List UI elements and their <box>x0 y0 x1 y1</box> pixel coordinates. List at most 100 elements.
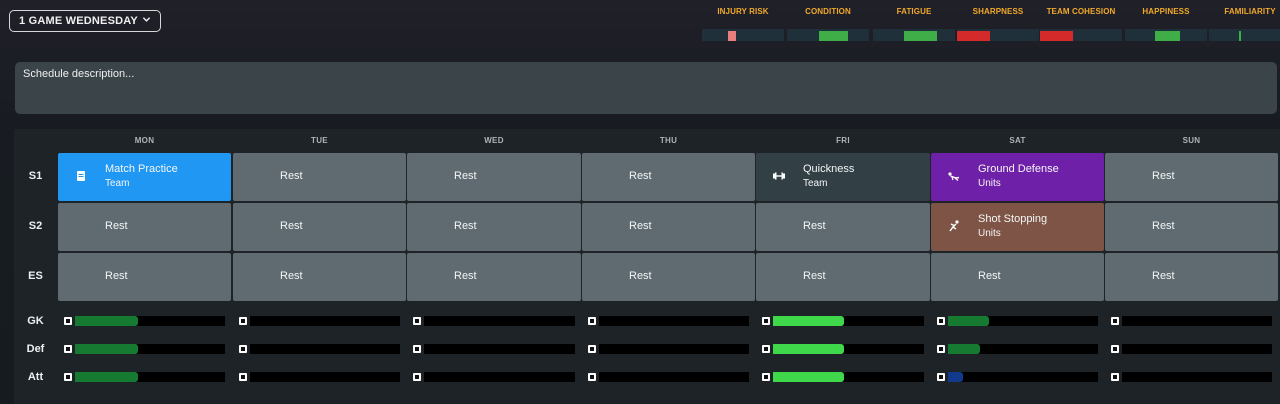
workload-bar-att-thu <box>588 372 749 382</box>
workload-track <box>250 372 400 382</box>
workload-fill <box>773 316 844 326</box>
session-cell-s2-mon[interactable]: Rest <box>58 203 231 251</box>
session-label-es: ES <box>28 270 43 282</box>
workload-fill <box>948 372 963 382</box>
session-cell-s2-sat[interactable]: Shot Stopping Units <box>931 203 1104 251</box>
workload-dot-icon <box>588 345 596 353</box>
workload-fill <box>75 316 138 326</box>
status-happiness: HAPPINESS <box>1125 7 1207 41</box>
workload-fill <box>773 372 844 382</box>
goalkeeper-dive-icon <box>947 219 961 233</box>
status-meter <box>787 29 869 41</box>
session-cell-es-tue[interactable]: Rest <box>233 253 406 301</box>
workload-track <box>250 344 400 354</box>
workload-bar-att-mon <box>64 372 225 382</box>
workload-bar-gk-tue <box>239 316 400 326</box>
session-cell-es-fri[interactable]: Rest <box>756 253 930 301</box>
chevron-down-icon <box>142 17 151 22</box>
day-header-sat: SAT <box>1009 136 1026 145</box>
workload-bar-gk-mon <box>64 316 225 326</box>
status-label: FATIGUE <box>896 7 932 16</box>
session-cell-s1-wed[interactable]: Rest <box>407 153 581 201</box>
slide-tackle-icon <box>947 169 961 183</box>
schedule-description-input[interactable]: Schedule description... <box>15 62 1277 114</box>
workload-fill <box>75 344 138 354</box>
workload-fill <box>948 316 989 326</box>
day-header-sun: SUN <box>1182 136 1201 145</box>
session-cell-es-sun[interactable]: Rest <box>1105 253 1278 301</box>
status-label: TEAM COHESION <box>1046 7 1116 16</box>
session-cell-s1-tue[interactable]: Rest <box>233 153 406 201</box>
workload-bar-att-fri <box>762 372 924 382</box>
status-familiarity: FAMILIARITY <box>1209 7 1280 41</box>
session-group: Team <box>803 178 828 189</box>
status-meter-fill <box>904 31 937 41</box>
day-header-thu: THU <box>659 136 678 145</box>
workload-dot-icon <box>413 317 421 325</box>
day-header-wed: WED <box>484 136 504 145</box>
status-meter <box>702 29 784 41</box>
workload-fill <box>948 344 980 354</box>
session-title: Quickness <box>803 163 855 175</box>
schedule-description-placeholder: Schedule description... <box>23 68 135 80</box>
workload-track <box>1122 344 1272 354</box>
session-cell-es-wed[interactable]: Rest <box>407 253 581 301</box>
session-cell-s1-sat[interactable]: Ground Defense Units <box>931 153 1104 201</box>
workload-dot-icon <box>762 373 770 381</box>
session-cell-s1-mon[interactable]: Match Practice Team <box>58 153 231 201</box>
session-group: Units <box>978 228 1001 239</box>
status-meter <box>1125 29 1207 41</box>
workload-dot-icon <box>937 345 945 353</box>
status-meter <box>1209 29 1280 41</box>
status-team-cohesion: TEAM COHESION <box>1040 7 1122 41</box>
session-group: Units <box>978 178 1001 189</box>
status-injury-risk: INJURY RISK <box>702 7 784 41</box>
workload-track <box>948 372 1098 382</box>
workload-track <box>1122 316 1272 326</box>
session-title: Rest <box>454 220 477 232</box>
session-cell-s1-fri[interactable]: Quickness Team <box>756 153 930 201</box>
workload-track <box>424 316 575 326</box>
session-title: Rest <box>1152 270 1175 282</box>
workload-dot-icon <box>588 317 596 325</box>
workload-track <box>599 372 749 382</box>
session-cell-s1-sun[interactable]: Rest <box>1105 153 1278 201</box>
status-fatigue: FATIGUE <box>873 7 955 41</box>
status-label: SHARPNESS <box>972 7 1024 16</box>
status-meter <box>957 29 1039 41</box>
workload-dot-icon <box>762 345 770 353</box>
schedule-selector-dropdown[interactable]: 1 GAME WEDNESDAY <box>9 10 161 32</box>
status-condition: CONDITION <box>787 7 869 41</box>
session-cell-es-mon[interactable]: Rest <box>58 253 231 301</box>
workload-dot-icon <box>588 373 596 381</box>
session-title: Rest <box>629 220 652 232</box>
workload-track <box>599 316 749 326</box>
workload-dot-icon <box>239 345 247 353</box>
status-meter-fill <box>1040 31 1073 41</box>
session-title: Rest <box>454 270 477 282</box>
session-cell-s2-sun[interactable]: Rest <box>1105 203 1278 251</box>
session-title: Rest <box>105 270 128 282</box>
session-cell-s2-fri[interactable]: Rest <box>756 203 930 251</box>
workload-dot-icon <box>1111 345 1119 353</box>
clipboard-icon <box>74 169 88 183</box>
session-cell-s2-tue[interactable]: Rest <box>233 203 406 251</box>
workload-dot-icon <box>239 317 247 325</box>
status-meter-fill <box>819 31 848 41</box>
session-title: Rest <box>280 270 303 282</box>
session-label-s1: S1 <box>28 170 43 182</box>
workload-bar-att-sun <box>1111 372 1272 382</box>
session-title: Rest <box>629 270 652 282</box>
dumbbell-icon <box>772 169 786 183</box>
workload-dot-icon <box>64 317 72 325</box>
session-cell-s2-wed[interactable]: Rest <box>407 203 581 251</box>
workload-bar-gk-sat <box>937 316 1098 326</box>
session-cell-s1-thu[interactable]: Rest <box>582 153 755 201</box>
workload-dot-icon <box>239 373 247 381</box>
workload-track <box>424 372 575 382</box>
session-cell-es-sat[interactable]: Rest <box>931 253 1104 301</box>
workload-track <box>250 316 400 326</box>
session-cell-es-thu[interactable]: Rest <box>582 253 755 301</box>
session-cell-s2-thu[interactable]: Rest <box>582 203 755 251</box>
workload-bar-def-wed <box>413 344 575 354</box>
